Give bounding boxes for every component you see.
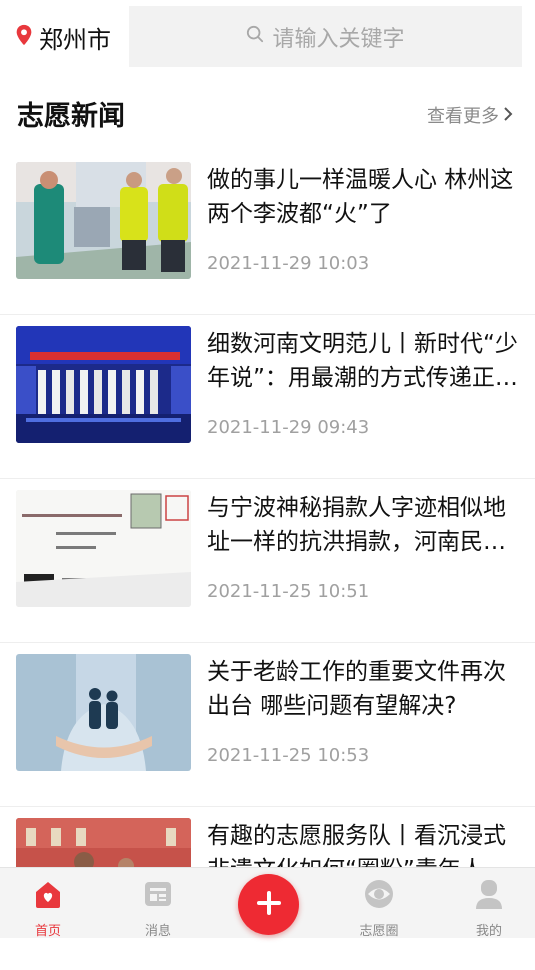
tab-label: 首页 xyxy=(34,924,61,939)
tab-label: 我的 xyxy=(475,924,502,939)
home-icon xyxy=(13,878,83,910)
tab-home[interactable]: 首页 xyxy=(13,878,83,939)
top-bar: 郑州市 请输入关键字 xyxy=(0,0,535,74)
news-title: 与宁波神秘捐款人字迹相似地址一样的抗洪捐款，河南民政厅收到了 xyxy=(207,495,506,555)
news-time: 2021-11-25 10:53 xyxy=(207,745,370,766)
news-thumbnail xyxy=(16,326,191,443)
news-thumbnail xyxy=(16,654,191,771)
news-thumbnail xyxy=(16,162,191,279)
plus-icon xyxy=(254,888,284,922)
search-icon xyxy=(246,24,272,49)
tab-label: 消息 xyxy=(144,924,171,939)
section-title: 志愿新闻 xyxy=(17,101,125,132)
tab-messages[interactable]: 消息 xyxy=(123,878,193,939)
add-button[interactable] xyxy=(238,874,299,935)
section-header: 志愿新闻 查看更多 xyxy=(0,92,535,136)
news-title: 细数河南文明范儿丨新时代“少年说”：用最潮的方式传递正能量 xyxy=(207,331,518,391)
view-more-label: 查看更多 xyxy=(427,106,499,127)
news-item[interactable]: 关于老龄工作的重要文件再次出台 哪些问题有望解决? 2021-11-25 10:… xyxy=(0,643,535,807)
news-title: 关于老龄工作的重要文件再次出台 哪些问题有望解决? xyxy=(207,659,506,719)
tab-profile[interactable]: 我的 xyxy=(454,878,524,939)
search-input[interactable]: 请输入关键字 xyxy=(129,6,522,67)
news-thumbnail xyxy=(16,490,191,607)
news-item[interactable]: 做的事儿一样温暖人心 林州这两个李波都“火”了 2021-11-29 10:03 xyxy=(0,151,535,315)
city-label: 郑州市 xyxy=(39,25,111,54)
user-icon xyxy=(454,878,524,910)
news-time: 2021-11-25 10:51 xyxy=(207,581,370,602)
view-more-link[interactable]: 查看更多 xyxy=(427,102,513,128)
location-pin-icon xyxy=(14,24,34,50)
message-icon xyxy=(123,878,193,910)
chevron-right-icon xyxy=(499,105,513,126)
news-title: 做的事儿一样温暖人心 林州这两个李波都“火”了 xyxy=(207,167,514,227)
tab-label: 志愿圈 xyxy=(359,924,399,939)
tab-volunteer-circle[interactable]: 志愿圈 xyxy=(344,878,414,939)
news-time: 2021-11-29 09:43 xyxy=(207,417,370,438)
news-time: 2021-11-29 10:03 xyxy=(207,253,370,274)
location-selector[interactable]: 郑州市 xyxy=(14,20,111,54)
news-item[interactable]: 与宁波神秘捐款人字迹相似地址一样的抗洪捐款，河南民政厅收到了 2021-11-2… xyxy=(0,479,535,643)
eye-icon xyxy=(344,878,414,910)
news-item[interactable]: 细数河南文明范儿丨新时代“少年说”：用最潮的方式传递正能量 2021-11-29… xyxy=(0,315,535,479)
search-placeholder: 请输入关键字 xyxy=(272,26,405,52)
